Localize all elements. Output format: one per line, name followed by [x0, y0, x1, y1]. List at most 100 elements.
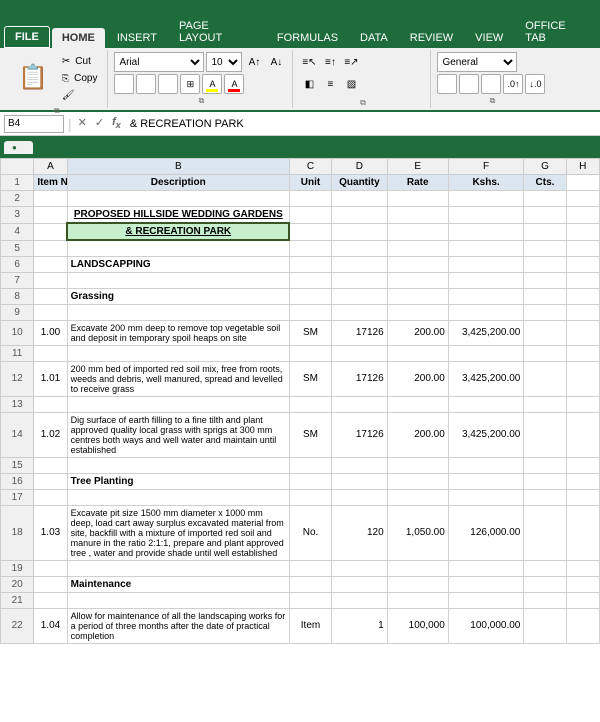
- cell-h[interactable]: [566, 489, 599, 505]
- cell-f[interactable]: [448, 304, 524, 320]
- cell-a[interactable]: [34, 240, 67, 256]
- cell-c[interactable]: [289, 207, 331, 224]
- cell-c[interactable]: [289, 256, 331, 272]
- cell-c[interactable]: [289, 272, 331, 288]
- cell-h[interactable]: [566, 191, 599, 207]
- cell-f[interactable]: [448, 288, 524, 304]
- cell-g[interactable]: [524, 576, 566, 592]
- cell-d[interactable]: 17126: [332, 412, 388, 457]
- cell-g[interactable]: [524, 396, 566, 412]
- bold-button[interactable]: [114, 74, 134, 94]
- cell-h[interactable]: [566, 320, 599, 345]
- cell-c[interactable]: Unit: [289, 175, 331, 191]
- align-top-center-button[interactable]: ≡↑: [320, 52, 340, 72]
- cell-e[interactable]: [387, 457, 448, 473]
- tab-file[interactable]: FILE: [4, 26, 50, 48]
- cell-e[interactable]: [387, 345, 448, 361]
- font-color-button[interactable]: A: [224, 74, 244, 94]
- cell-b[interactable]: [67, 345, 289, 361]
- cell-b[interactable]: Grassing: [67, 288, 289, 304]
- dec-inc-button[interactable]: .0↑: [503, 74, 523, 94]
- cell-h[interactable]: [566, 560, 599, 576]
- paste-button[interactable]: 📋: [10, 52, 56, 104]
- confirm-formula-icon[interactable]: ✓: [93, 116, 106, 130]
- cell-g[interactable]: [524, 207, 566, 224]
- cell-b[interactable]: [67, 489, 289, 505]
- cell-g[interactable]: [524, 489, 566, 505]
- cell-b[interactable]: Excavate 200 mm deep to remove top veget…: [67, 320, 289, 345]
- cell-e[interactable]: Rate: [387, 175, 448, 191]
- cell-d[interactable]: Quantity: [332, 175, 388, 191]
- font-size-select[interactable]: 10: [206, 52, 242, 72]
- cell-a[interactable]: [34, 592, 67, 608]
- cell-a[interactable]: [34, 489, 67, 505]
- cell-a[interactable]: [34, 272, 67, 288]
- comma-button[interactable]: [481, 74, 501, 94]
- cell-b[interactable]: [67, 396, 289, 412]
- cell-c[interactable]: [289, 489, 331, 505]
- cell-a[interactable]: [34, 457, 67, 473]
- tab-data[interactable]: DATA: [350, 28, 398, 48]
- cell-g[interactable]: [524, 345, 566, 361]
- cell-a[interactable]: [34, 560, 67, 576]
- cell-a[interactable]: 1.03: [34, 505, 67, 560]
- cell-f[interactable]: 3,425,200.00: [448, 361, 524, 396]
- cell-h[interactable]: [566, 304, 599, 320]
- cell-f[interactable]: 3,425,200.00: [448, 412, 524, 457]
- cell-h[interactable]: [566, 175, 599, 191]
- cell-e[interactable]: [387, 592, 448, 608]
- col-header-h[interactable]: H: [566, 159, 599, 175]
- merge-center-button[interactable]: [362, 74, 442, 94]
- cell-b[interactable]: [67, 560, 289, 576]
- cell-g[interactable]: [524, 191, 566, 207]
- cell-a[interactable]: [34, 191, 67, 207]
- cell-e[interactable]: [387, 304, 448, 320]
- cell-e[interactable]: 200.00: [387, 320, 448, 345]
- cell-c[interactable]: [289, 304, 331, 320]
- cell-h[interactable]: [566, 288, 599, 304]
- col-header-e[interactable]: E: [387, 159, 448, 175]
- cell-b[interactable]: Maintenance: [67, 576, 289, 592]
- align-center-button[interactable]: ≡: [320, 74, 340, 94]
- copy-button[interactable]: ⎘ Copy: [58, 70, 102, 86]
- cell-e[interactable]: [387, 396, 448, 412]
- cell-a[interactable]: 1.00: [34, 320, 67, 345]
- currency-button[interactable]: [437, 74, 457, 94]
- cell-f[interactable]: [448, 489, 524, 505]
- cell-h[interactable]: [566, 505, 599, 560]
- cell-e[interactable]: 200.00: [387, 412, 448, 457]
- cell-b[interactable]: Tree Planting: [67, 473, 289, 489]
- cell-e[interactable]: 100,000: [387, 608, 448, 643]
- tab-formulas[interactable]: FORMULAS: [267, 28, 348, 48]
- cell-h[interactable]: [566, 223, 599, 240]
- formula-input[interactable]: [127, 117, 596, 131]
- cell-f[interactable]: 126,000.00: [448, 505, 524, 560]
- cell-b[interactable]: & RECREATION PARK: [67, 223, 289, 240]
- cell-b[interactable]: Dig surface of earth filling to a fine t…: [67, 412, 289, 457]
- cell-f[interactable]: [448, 240, 524, 256]
- cell-f[interactable]: 100,000.00: [448, 608, 524, 643]
- cell-e[interactable]: [387, 489, 448, 505]
- cell-c[interactable]: [289, 560, 331, 576]
- cell-e[interactable]: [387, 272, 448, 288]
- cell-h[interactable]: [566, 345, 599, 361]
- tab-page-layout[interactable]: PAGE LAYOUT: [169, 16, 265, 48]
- cell-g[interactable]: [524, 505, 566, 560]
- cell-g[interactable]: [524, 592, 566, 608]
- cell-f[interactable]: [448, 576, 524, 592]
- font-shrink-button[interactable]: A↓: [266, 52, 286, 72]
- tab-office-tab[interactable]: OFFICE TAB: [515, 16, 599, 48]
- align-top-right-button[interactable]: ≡↗: [341, 52, 361, 72]
- cell-f[interactable]: [448, 191, 524, 207]
- dec-dec-button[interactable]: ↓.0: [525, 74, 545, 94]
- cell-g[interactable]: [524, 361, 566, 396]
- cell-a[interactable]: [34, 396, 67, 412]
- tab-insert[interactable]: INSERT: [107, 28, 167, 48]
- col-header-f[interactable]: F: [448, 159, 524, 175]
- cell-d[interactable]: 17126: [332, 320, 388, 345]
- cell-f[interactable]: [448, 207, 524, 224]
- cell-c[interactable]: [289, 288, 331, 304]
- cell-c[interactable]: SM: [289, 320, 331, 345]
- cell-h[interactable]: [566, 256, 599, 272]
- cell-e[interactable]: 200.00: [387, 361, 448, 396]
